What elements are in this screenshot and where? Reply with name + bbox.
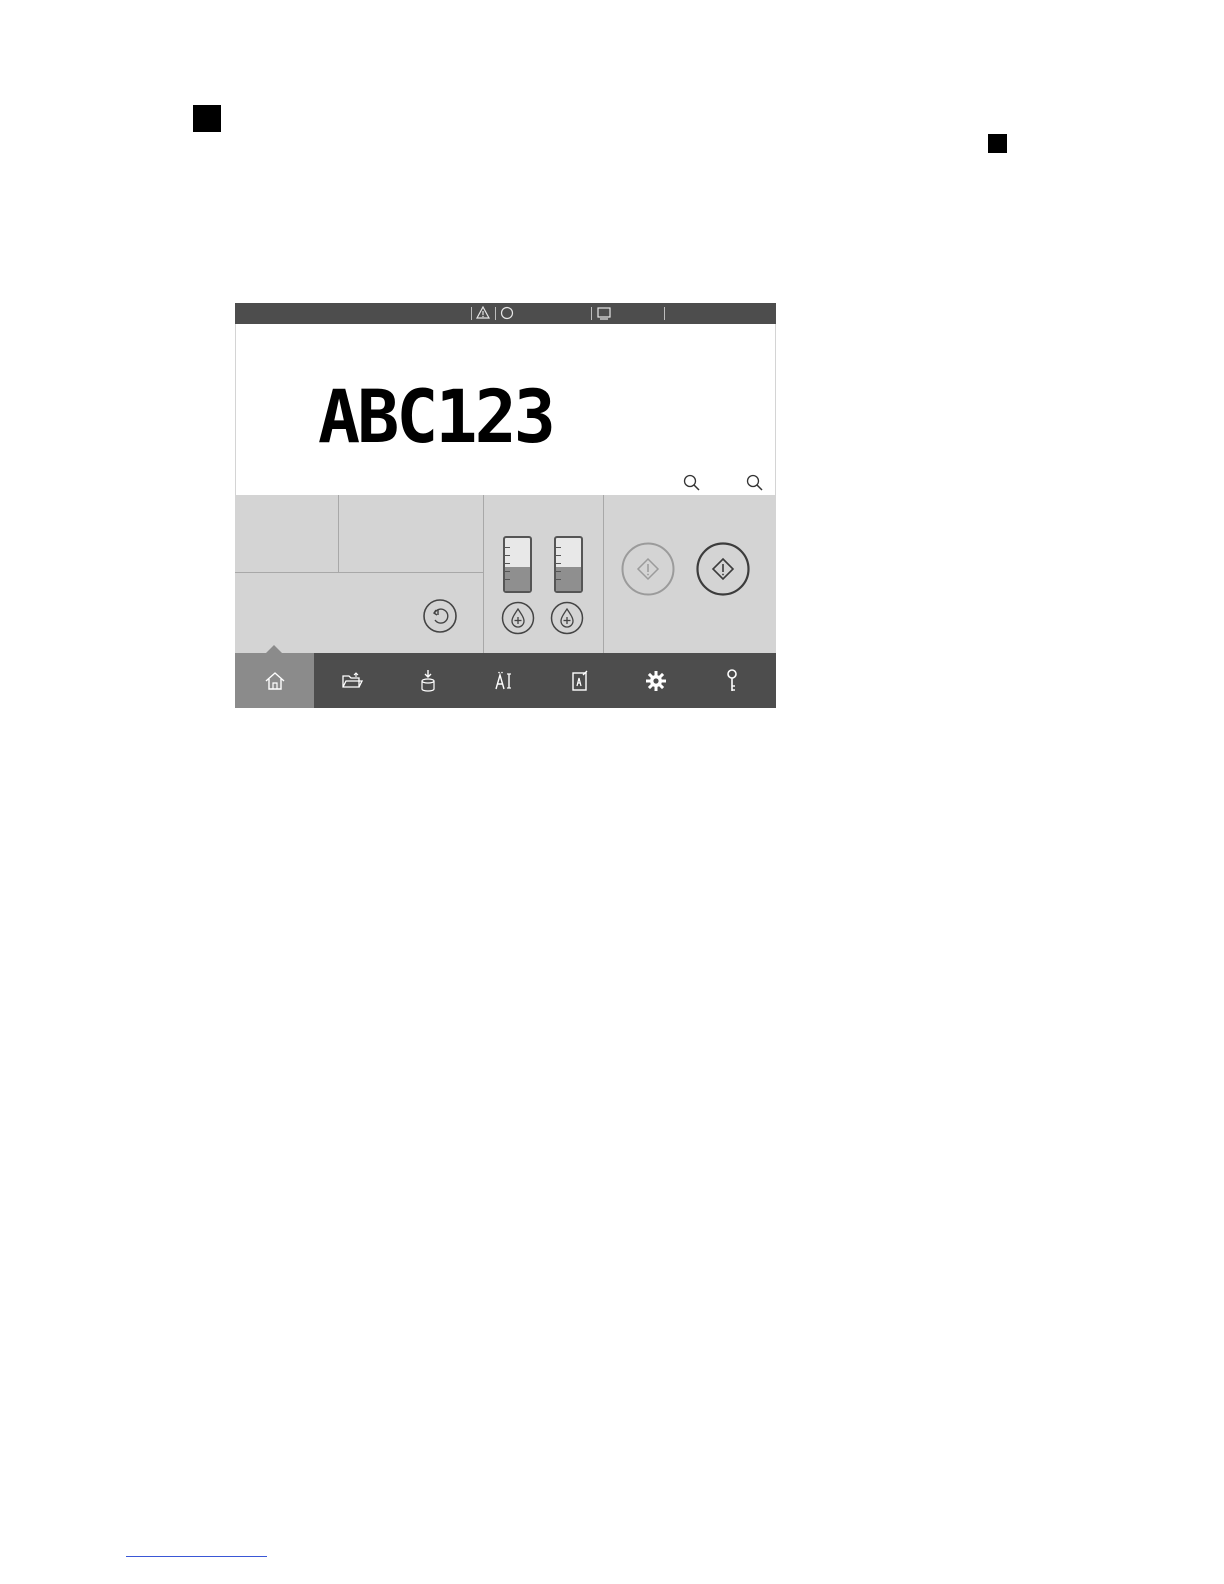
- print-start-button[interactable]: [695, 541, 751, 597]
- nav-ink-download[interactable]: [390, 653, 466, 708]
- home-icon: [264, 671, 286, 691]
- status-divider: [664, 307, 665, 320]
- info-tile-left: [235, 495, 338, 572]
- folder-icon: [341, 671, 363, 690]
- zoom-out-icon[interactable]: [683, 474, 701, 492]
- message-icon[interactable]: [597, 307, 611, 320]
- ink-tank-level: [503, 536, 532, 593]
- active-tab-pointer: [266, 645, 282, 653]
- warning-icon[interactable]: [476, 306, 490, 319]
- footer-link-underline: [126, 1556, 267, 1557]
- panel-divider: [483, 495, 484, 653]
- nav-message-select[interactable]: [542, 653, 618, 708]
- corner-mark-top-left: [193, 105, 221, 132]
- zoom-in-icon[interactable]: [746, 474, 764, 492]
- status-divider: [591, 307, 592, 320]
- message-preview[interactable]: ABC123: [236, 324, 775, 495]
- makeup-tank-level: [554, 536, 583, 593]
- status-divider: [471, 307, 472, 320]
- text-edit-icon: [494, 671, 514, 691]
- bottom-navigation: [235, 653, 776, 708]
- corner-mark-top-right: [988, 134, 1007, 153]
- document-check-icon: [571, 670, 589, 692]
- nav-message-editor[interactable]: [466, 653, 542, 708]
- panel-divider: [603, 495, 604, 653]
- info-tile-right: [339, 495, 483, 572]
- reset-counter-button[interactable]: [422, 598, 458, 634]
- status-bar: [235, 303, 776, 324]
- nav-settings[interactable]: [618, 653, 694, 708]
- nav-home[interactable]: [235, 653, 314, 708]
- add-makeup-button[interactable]: [550, 601, 584, 635]
- gear-icon: [645, 670, 667, 692]
- key-icon: [725, 668, 739, 693]
- printer-home-screen: ABC123: [235, 303, 776, 708]
- nav-open-file[interactable]: [314, 653, 390, 708]
- status-circle-icon[interactable]: [500, 306, 514, 320]
- add-ink-button[interactable]: [501, 601, 535, 635]
- nav-login[interactable]: [694, 653, 770, 708]
- jet-start-button[interactable]: [620, 541, 676, 597]
- status-divider: [495, 307, 496, 320]
- message-text: ABC123: [318, 373, 556, 460]
- download-icon: [419, 669, 437, 693]
- panel-divider: [235, 572, 484, 573]
